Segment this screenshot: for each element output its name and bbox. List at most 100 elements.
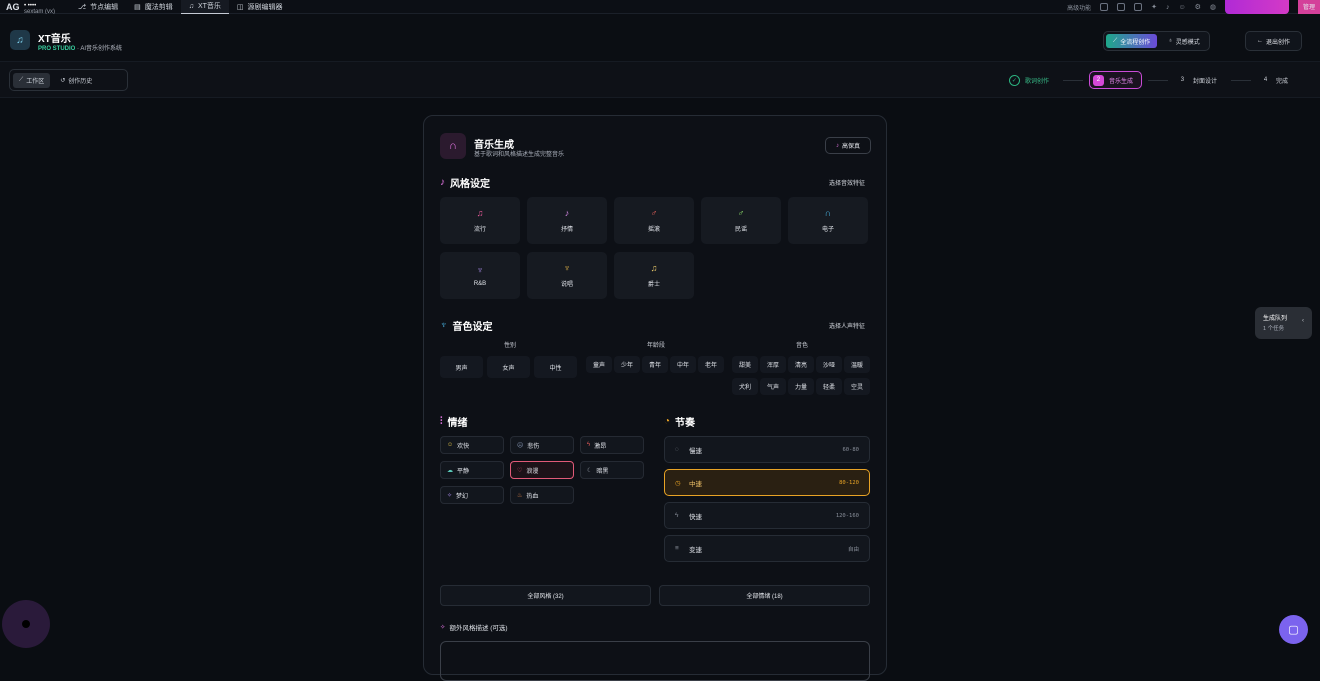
folder-icon[interactable] [1117, 3, 1126, 11]
mood-romantic[interactable]: ♡ 浪漫 [510, 461, 574, 479]
age-teen[interactable]: 少年 [614, 356, 640, 373]
age-youth[interactable]: 青年 [642, 356, 668, 373]
upgrade-button[interactable] [1225, 0, 1289, 14]
gender-neutral[interactable]: 中性 [534, 356, 577, 378]
timbre-ethereal[interactable]: 空灵 [844, 378, 870, 395]
timbre-soft[interactable]: 轻柔 [816, 378, 842, 395]
sparkle-icon[interactable]: ✦ [1151, 3, 1157, 11]
style-rap[interactable]: ♆ 说唱 [527, 252, 607, 299]
inspiration-mode-button[interactable]: ♁ 灵感模式 [1161, 34, 1207, 48]
queue-title: 生成队列 [1263, 316, 1288, 322]
style-lyrical[interactable]: ♪ 抒情 [527, 197, 607, 244]
timbre-deep[interactable]: 浑厚 [760, 356, 786, 373]
sliders-icon: ⫶ [440, 416, 443, 427]
music-note-icon[interactable]: ♪ [1166, 4, 1170, 11]
tab-xt-music[interactable]: ♫ XT音乐 [180, 0, 229, 14]
timbre-sweet[interactable]: 甜美 [732, 356, 758, 373]
all-styles-button[interactable]: 全部风格 (32) [440, 585, 651, 606]
step-number: 3 [1180, 77, 1185, 83]
step-done[interactable]: 4 完成 [1257, 71, 1296, 89]
mood-sad[interactable]: ☹ 悲伤 [510, 436, 574, 454]
timbre-breathy[interactable]: 气声 [760, 378, 786, 395]
advanced-menu[interactable]: 高级功能 [1067, 3, 1091, 12]
style-folk[interactable]: ♂ 民谣 [701, 197, 781, 244]
settings-icon[interactable]: ⚙ [1195, 3, 1201, 11]
tempo-range: 60-80 [842, 446, 859, 453]
mood-label: 激昂 [594, 443, 607, 450]
exit-button[interactable]: ← 退出创作 [1245, 31, 1302, 51]
mood-dark[interactable]: ☾ 暗黑 [580, 461, 644, 479]
wand-icon: ⟋ [19, 76, 24, 83]
tempo-medium[interactable]: ◷ 中速 80-120 [664, 469, 870, 496]
tab-node-edit[interactable]: ⎇ 节点编辑 [70, 0, 126, 14]
step-lyrics[interactable]: ✓ 歌词创作 [1006, 71, 1057, 89]
trash-icon[interactable] [1134, 3, 1143, 11]
section-label: 情绪 [447, 418, 468, 429]
check-icon: ✓ [1008, 74, 1020, 86]
mood-dreamy[interactable]: ✧ 梦幻 [440, 486, 504, 504]
arrow-left-icon: ← [1256, 38, 1263, 44]
tab-script-editor[interactable]: ◫ 源剧编辑器 [229, 0, 291, 14]
app-header: ♫ XT音乐 PRO STUDIO · AI音乐创作系统 ⟋ 全流程创作 ♁ 灵感模… [0, 14, 1320, 62]
style-label: 爵士 [647, 282, 660, 288]
select-sound-features-link[interactable]: 选择音效特征 [829, 178, 865, 187]
step-label: 封面设计 [1192, 78, 1217, 85]
timbre-powerful[interactable]: 力量 [788, 378, 814, 395]
vinyl-record-icon[interactable] [2, 600, 50, 648]
timbre-bright[interactable]: 清亮 [788, 356, 814, 373]
timbre-sharp[interactable]: 犬利 [732, 378, 758, 395]
hifi-button[interactable]: ♪ 高保真 [825, 137, 871, 154]
mode-switch: ⟋ 全流程创作 ♁ 灵感模式 [1103, 31, 1210, 51]
style-label: 抒情 [560, 227, 573, 233]
all-moods-button[interactable]: 全部情绪 (18) [659, 585, 870, 606]
style-pop[interactable]: ♫ 流行 [440, 197, 520, 244]
clock-icon: ◷ [675, 479, 681, 487]
style-rock[interactable]: ♂ 摇滚 [614, 197, 694, 244]
style-jazz[interactable]: ♫ 爵士 [614, 252, 694, 299]
tab-label: 节点编辑 [90, 3, 119, 11]
generation-queue[interactable]: 生成队列 1 个任务 ‹ [1255, 307, 1312, 339]
lightning-icon: ϟ [675, 512, 679, 519]
age-middle[interactable]: 中年 [670, 356, 696, 373]
tempo-fast[interactable]: ϟ 快速 120-160 [664, 502, 870, 529]
gender-female[interactable]: 女声 [487, 356, 530, 378]
save-icon[interactable] [1100, 3, 1109, 11]
style-electronic[interactable]: ∩ 电子 [788, 197, 868, 244]
sparkle-icon: ✧ [447, 492, 453, 499]
admin-button[interactable]: 管理 [1298, 0, 1320, 14]
style-section-title: ♪ 风格设定 [440, 175, 490, 190]
step-music[interactable]: 2 音乐生成 [1088, 71, 1142, 89]
tab-magic-edit[interactable]: ▤ 魔法剪辑 [126, 0, 181, 14]
full-flow-mode-button[interactable]: ⟋ 全流程创作 [1106, 34, 1158, 48]
tempo-variable[interactable]: ≡ 变速 自由 [664, 535, 870, 562]
step-cover[interactable]: 3 封面设计 [1174, 71, 1225, 89]
mood-exciting[interactable]: ϟ 激昂 [580, 436, 644, 454]
note-icon: ♪ [564, 208, 570, 218]
mood-passionate[interactable]: ♨ 热血 [510, 486, 574, 504]
gauge-icon: ◔ [664, 416, 671, 427]
style-rnb[interactable]: ♆ R&B [440, 252, 520, 299]
age-senior[interactable]: 老年 [698, 356, 724, 373]
extra-style-input[interactable] [440, 641, 870, 681]
select-vocal-features-link[interactable]: 选择人声特征 [829, 321, 865, 330]
users-icon[interactable]: ☺ [1178, 4, 1185, 11]
mood-calm[interactable]: ☁ 平静 [440, 461, 504, 479]
tempo-slow[interactable]: ◌ 慢速 60-80 [664, 436, 870, 463]
mood-label: 悲伤 [527, 443, 540, 450]
history-button[interactable]: ↺ 创作历史 [54, 73, 98, 88]
workspace-button[interactable]: ⟋ 工作区 [13, 72, 51, 88]
mood-label: 暗黑 [596, 468, 609, 475]
user-info[interactable]: • •••• sextam (vx) [24, 3, 70, 15]
age-child[interactable]: 童声 [586, 356, 612, 373]
chat-icon[interactable]: ▢ [1279, 615, 1308, 644]
mood-happy[interactable]: ☺ 欢快 [440, 436, 504, 454]
timbre-husky[interactable]: 沙哑 [816, 356, 842, 373]
layout-icon: ◫ [236, 3, 244, 11]
smile-icon: ☺ [447, 442, 454, 448]
globe-icon[interactable]: ◍ [1210, 3, 1216, 11]
mood-label: 欢快 [457, 443, 470, 450]
gender-male[interactable]: 男声 [440, 356, 483, 378]
timbre-warm[interactable]: 温暖 [844, 356, 870, 373]
mood-label: 浪漫 [526, 468, 539, 475]
mood-label: 平静 [457, 468, 470, 475]
